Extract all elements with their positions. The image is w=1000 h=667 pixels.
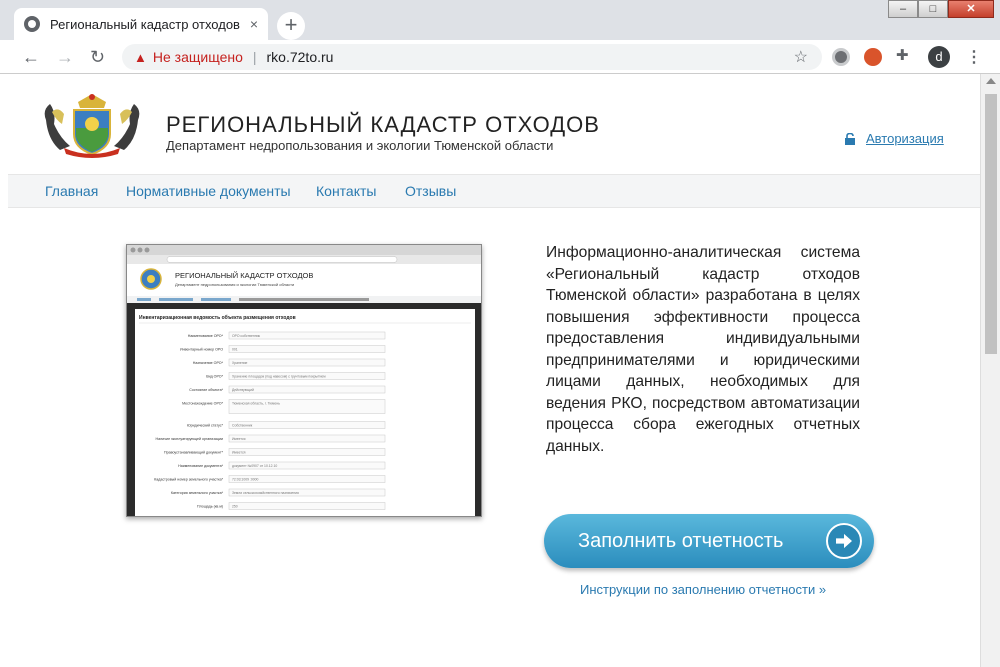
coat-of-arms-icon (44, 94, 140, 158)
forward-arrow-icon[interactable]: → (56, 47, 74, 68)
browser-toolbar: ← → ↻ ▲ Не защищено | rko.72to.ru ☆ ✚ d … (0, 40, 1000, 74)
fill-report-label: Заполнить отчетность (578, 529, 784, 552)
preview-field-value: Имеется (232, 437, 246, 441)
warning-triangle-icon: ▲ (134, 49, 147, 65)
preview-field-label: Наличие эксплуатирующей организации (155, 437, 223, 441)
extension-icon[interactable] (832, 48, 850, 66)
extension-hat-icon[interactable] (864, 48, 882, 66)
preview-form-title: Инвентаризационная ведомость объекта раз… (139, 314, 296, 321)
preview-field-box (228, 434, 386, 443)
close-tab-icon[interactable]: × (250, 16, 258, 32)
auth-link[interactable]: Авторизация (866, 131, 944, 146)
preview-field-label: Назначение ОРО* (193, 361, 224, 365)
web-page: РЕГИОНАЛЬНЫЙ КАДАСТР ОТХОДОВ Департамент… (8, 74, 980, 667)
preview-field-value: Хранение (232, 361, 248, 365)
site-title: РЕГИОНАЛЬНЫЙ КАДАСТР ОТХОДОВ (166, 112, 600, 137)
preview-field-value: Действующий (232, 388, 254, 392)
preview-field-label: Вид ОРО* (206, 375, 223, 379)
preview-field-label: Состояние объекта* (189, 388, 223, 392)
window-controls: – □ ✕ (888, 0, 994, 18)
close-window-button[interactable]: ✕ (948, 0, 994, 18)
arrow-right-icon (826, 523, 862, 559)
preview-field-value: Собственник (232, 424, 253, 428)
address-separator: | (252, 49, 257, 65)
minimize-button[interactable]: – (888, 0, 918, 18)
scroll-up-arrow-icon[interactable] (986, 78, 996, 84)
preview-field-box (228, 358, 386, 367)
preview-field-value: 250 (232, 505, 238, 509)
preview-field-box (228, 421, 386, 429)
tab-title: Региональный кадастр отходов (50, 16, 240, 32)
nav-item-reviews[interactable]: Отзывы (405, 183, 456, 199)
bookmark-star-icon[interactable]: ☆ (794, 47, 808, 67)
page-scrollbar[interactable] (980, 74, 1000, 667)
tab-strip: Региональный кадастр отходов × + – □ ✕ (0, 0, 1000, 40)
puzzle-icon[interactable]: ✚ (896, 46, 914, 64)
maximize-button[interactable]: □ (918, 0, 948, 18)
system-description: Информационно-аналитическая система «Рег… (546, 244, 860, 455)
fill-report-button[interactable]: Заполнить отчетность (544, 514, 874, 568)
preview-field-label: Категория земельного участка* (171, 491, 224, 495)
browser-chrome: Региональный кадастр отходов × + – □ ✕ ←… (0, 0, 1000, 74)
preview-field-box (228, 448, 386, 456)
preview-field-value: Тюменская область, г. Тюмень (232, 402, 280, 406)
address-bar[interactable]: ▲ Не защищено | rko.72to.ru ☆ (122, 44, 822, 70)
preview-field-label: Площадь (кв.м) (197, 505, 223, 509)
preview-field-value: Хранение площадок (под навесом) с грунто… (232, 375, 326, 379)
menu-kebab-icon[interactable]: ⋮ (966, 47, 982, 67)
auth-block[interactable]: Авторизация (844, 131, 944, 146)
scrollbar-thumb[interactable] (985, 94, 997, 354)
preview-field-label: Наименование ОРО* (188, 334, 224, 338)
unlock-icon (845, 132, 855, 145)
nav-item-contacts[interactable]: Контакты (316, 183, 376, 199)
preview-field-label: Кадастровый номер земельного участка* (154, 478, 223, 482)
profile-avatar[interactable]: d (928, 46, 950, 68)
preview-site-subtitle: Департамент недропользования и экологии … (175, 282, 294, 287)
url-text[interactable]: rko.72to.ru (267, 49, 334, 65)
main-nav: Главная Нормативные документы Контакты О… (8, 174, 980, 208)
preview-field-box (228, 345, 386, 353)
preview-field-value: 72:03:1009 :0000 (232, 478, 259, 482)
site-header: РЕГИОНАЛЬНЫЙ КАДАСТР ОТХОДОВ Департамент… (8, 74, 980, 174)
nav-item-documents[interactable]: Нормативные документы (126, 183, 291, 199)
security-status[interactable]: Не защищено (153, 49, 243, 65)
site-subtitle: Департамент недропользования и экологии … (166, 138, 554, 153)
preview-field-label: Правоустанавливающий документ* (164, 451, 224, 455)
instructions-link[interactable]: Инструкции по заполнению отчетности » (580, 582, 826, 597)
preview-field-label: Наименование документа* (178, 464, 223, 468)
preview-site-title: РЕГИОНАЛЬНЫЙ КАДАСТР ОТХОДОВ (175, 271, 313, 280)
preview-field-value: ОРО собственник (232, 334, 260, 338)
globe-icon (24, 16, 40, 32)
nav-item-home[interactable]: Главная (45, 183, 98, 199)
preview-field-value: Земли сельскохозяйственного назначения (232, 491, 299, 495)
preview-field-box (228, 502, 386, 510)
browser-tab[interactable]: Региональный кадастр отходов × (14, 8, 268, 40)
new-tab-button[interactable]: + (277, 12, 305, 40)
preview-field-value: 001 (232, 348, 238, 352)
preview-field-label: Инвентарный номер ОРО (180, 348, 223, 352)
preview-field-label: Юридический статус* (187, 424, 224, 428)
preview-field-value: Имеется (232, 451, 246, 455)
preview-field-label: Местонахождение ОРО* (182, 402, 224, 406)
preview-field-value: документ №0907 от 10.12.10 (232, 464, 277, 468)
reload-icon[interactable]: ↻ (90, 47, 105, 68)
system-preview-image: РЕГИОНАЛЬНЫЙ КАДАСТР ОТХОДОВ Департамент… (126, 244, 482, 517)
back-arrow-icon[interactable]: ← (22, 47, 40, 68)
